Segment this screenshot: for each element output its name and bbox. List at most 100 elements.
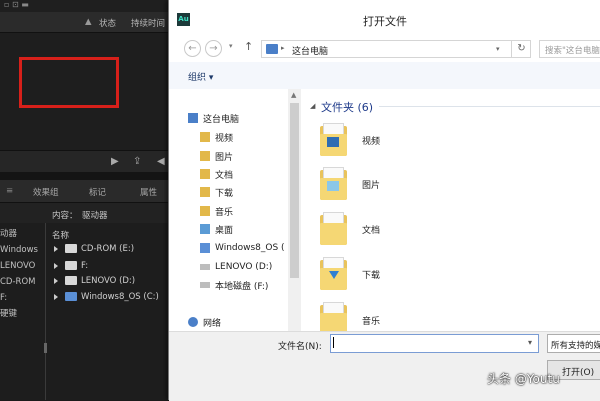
list-item[interactable]: CD-ROM (0, 274, 44, 290)
nav-item-music[interactable]: 音乐 (200, 203, 233, 219)
list-item[interactable]: F: (0, 290, 44, 306)
forward-arrow-icon[interactable]: → (205, 40, 222, 57)
nav-item-local-disk[interactable]: 本地磁盘 (F:) (200, 277, 268, 293)
expand-arrow-icon[interactable] (54, 245, 58, 252)
tree-item-windows[interactable]: Windows8_OS (C:) (54, 289, 159, 304)
nav-item-downloads[interactable]: 下载 (200, 184, 233, 200)
computer-icon (266, 44, 278, 54)
nav-item-this-pc[interactable]: 这台电脑 (188, 110, 239, 126)
nav-item-label: LENOVO (D:) (215, 262, 273, 272)
top-toolbar-strip: ▫ ⊡ ▬ (0, 0, 168, 12)
panel-tabs: ≡ 效果组 标记 属性 (0, 180, 168, 203)
recent-dropdown-icon[interactable]: ▾ (229, 42, 233, 50)
tab-markers[interactable]: 标记 (89, 186, 106, 198)
nav-item-windows-drive[interactable]: Windows8_OS ( (200, 240, 285, 256)
music-folder-icon[interactable] (320, 302, 347, 331)
nav-item-label: 下载 (215, 188, 234, 199)
play-icon[interactable]: ▶ (111, 156, 119, 167)
music-folder-icon (200, 206, 210, 216)
tree-item-cdrom[interactable]: CD-ROM (E:) (54, 241, 134, 256)
nav-item-network[interactable]: 网络 (188, 314, 221, 330)
status-column-header[interactable]: 状态 (99, 17, 116, 29)
videos-folder-icon[interactable] (320, 123, 347, 156)
tree-item-label: Windows8_OS (C:) (81, 291, 159, 302)
desktop-folder-icon (200, 224, 210, 234)
filename-label: 文件名(N): (278, 342, 322, 352)
organize-menu[interactable]: 组织 ▾ (188, 70, 213, 83)
content-value: 驱动器 (82, 211, 108, 221)
list-item[interactable]: Windows (0, 242, 44, 258)
refresh-icon[interactable]: ↻ (511, 40, 531, 58)
folder-label[interactable]: 下载 (362, 268, 380, 281)
breadcrumb-separator-icon[interactable]: ▸ (281, 44, 285, 52)
tree-item-f[interactable]: F: (54, 258, 88, 273)
export-icon[interactable]: ⇪ (133, 156, 141, 167)
downloads-folder-icon[interactable] (320, 257, 347, 290)
list-item[interactable]: 硬键 (0, 306, 44, 322)
folder-label[interactable]: 音乐 (362, 314, 380, 327)
nav-pane-scrollbar[interactable]: ▲ (288, 89, 301, 331)
duration-column-header[interactable]: 持续时间 (131, 17, 165, 29)
computer-icon (188, 113, 198, 123)
folder-label[interactable]: 视频 (362, 134, 380, 147)
dialog-titlebar[interactable]: Au 打开文件 (169, 0, 600, 38)
nav-item-pictures[interactable]: 图片 (200, 148, 233, 164)
expand-arrow-icon[interactable] (54, 262, 58, 269)
tab-menu-icon[interactable]: ≡ (6, 186, 13, 196)
up-arrow-icon[interactable]: ↑ (244, 40, 253, 53)
sort-arrow-icon[interactable]: ▲ (85, 17, 92, 27)
group-divider (379, 106, 600, 107)
volume-icon[interactable]: ◀ (157, 156, 165, 167)
drive-list: 动器 Windows LENOVO CD-ROM F: 硬键 (0, 226, 44, 322)
nav-item-label: 网络 (203, 318, 222, 329)
group-header[interactable]: 文件夹 (6) (321, 99, 373, 115)
back-arrow-icon[interactable]: ← (184, 40, 201, 57)
tree-item-lenovo[interactable]: LENOVO (D:) (54, 273, 135, 288)
address-text: 这台电脑 (292, 47, 329, 57)
dialog-bottom-bar: 文件名(N): ▾ 所有支持的媒 打开(O) (169, 331, 600, 401)
tab-properties[interactable]: 属性 (140, 186, 157, 198)
expand-arrow-icon[interactable] (54, 293, 58, 300)
windows-drive-icon (65, 292, 77, 301)
search-box[interactable]: 搜索"这台电脑" (539, 40, 600, 58)
documents-folder-icon (200, 169, 210, 179)
nav-item-videos[interactable]: 视频 (200, 129, 233, 145)
nav-item-label: 这台电脑 (203, 114, 240, 125)
filename-dropdown-icon[interactable]: ▾ (528, 338, 532, 347)
column-divider[interactable] (45, 223, 46, 400)
tab-effects-group[interactable]: 效果组 (33, 186, 59, 198)
nav-item-desktop[interactable]: 桌面 (200, 221, 233, 237)
name-column-header[interactable]: 名称 (52, 229, 69, 241)
drive-icon (200, 282, 210, 288)
nav-item-label: 视频 (215, 133, 234, 144)
cdrom-drive-icon (65, 244, 77, 253)
list-item[interactable]: LENOVO (0, 258, 44, 274)
pictures-folder-icon (200, 151, 210, 161)
expand-arrow-icon[interactable] (54, 277, 58, 284)
collapse-group-icon[interactable]: ◢ (310, 102, 315, 110)
drive-icon (65, 276, 77, 285)
content-label: 内容： (52, 211, 78, 221)
scroll-up-icon[interactable]: ▲ (291, 91, 296, 99)
nav-item-label: 音乐 (215, 207, 234, 218)
nav-item-label: 桌面 (215, 225, 234, 236)
nav-item-documents[interactable]: 文档 (200, 166, 233, 182)
documents-folder-icon[interactable] (320, 212, 347, 245)
navigation-pane: 这台电脑 视频 图片 文档 下载 音乐 桌面 Windows8_OS (LEN… (169, 89, 288, 331)
watermark: 头条 @Youtu (487, 372, 560, 386)
filename-input[interactable] (330, 334, 539, 353)
nav-item-lenovo-drive[interactable]: LENOVO (D:) (200, 259, 272, 275)
scrollbar-thumb[interactable] (290, 103, 299, 278)
panel-gap (0, 172, 168, 180)
tree-item-label: CD-ROM (E:) (81, 243, 135, 254)
toolbar-icons[interactable]: ▫ ⊡ ▬ (4, 0, 29, 9)
address-bar[interactable]: ▸ 这台电脑 ▾ (261, 40, 531, 58)
list-item[interactable]: 动器 (0, 226, 44, 242)
address-dropdown-icon[interactable]: ▾ (496, 45, 500, 53)
scrollbar[interactable] (44, 343, 47, 353)
folder-label[interactable]: 文档 (362, 223, 380, 236)
navigation-bar: ← → ▾ ↑ ▸ 这台电脑 ▾ ↻ 搜索"这台电脑" (169, 38, 600, 60)
folder-label[interactable]: 图片 (362, 178, 380, 191)
file-type-select[interactable]: 所有支持的媒 (547, 334, 600, 353)
pictures-folder-icon[interactable] (320, 167, 347, 200)
